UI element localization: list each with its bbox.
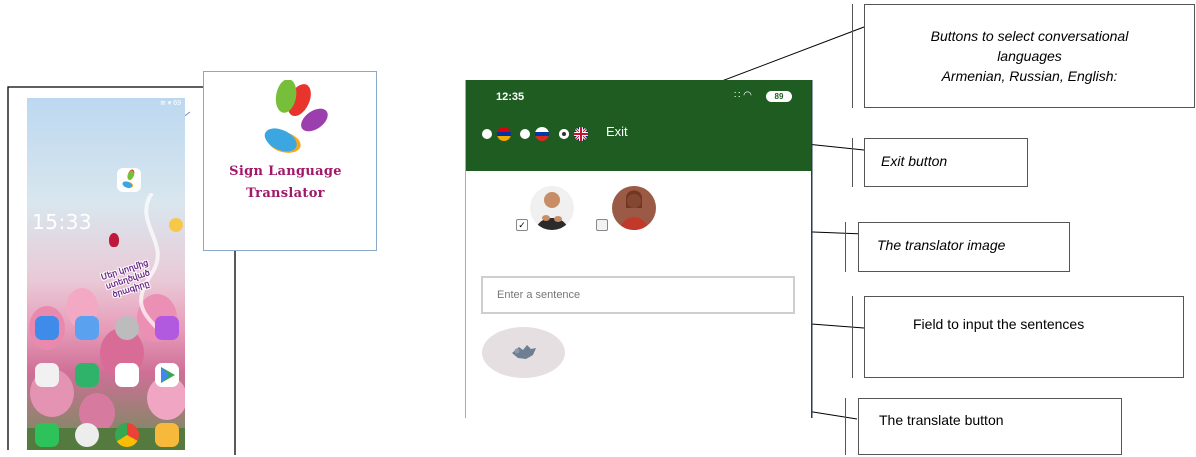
male-translator-avatar[interactable] <box>530 186 574 230</box>
callout-divider-1 <box>852 4 853 108</box>
phone-home-screen: ≅ ▾ 69 15:33 Մեր կողմից ստեղծված ծրագիրը <box>27 98 185 450</box>
callout-divider-4 <box>852 296 853 378</box>
radio-english[interactable] <box>559 129 569 139</box>
male-translator-checkbox[interactable]: ✓ <box>516 219 528 231</box>
sentence-input[interactable] <box>481 276 795 314</box>
pinwheel-logo-icon <box>264 80 328 153</box>
exit-button[interactable]: Exit <box>606 124 628 139</box>
armenian-flag-icon <box>497 127 511 141</box>
app-icon-4[interactable] <box>155 316 179 340</box>
russian-flag-icon <box>535 127 549 141</box>
sign-hands-icon <box>512 345 536 359</box>
grid-app-icon[interactable] <box>115 363 139 387</box>
home-status-bar: ≅ ▾ 69 <box>159 100 181 107</box>
callout-languages-line2: languages <box>997 48 1062 64</box>
sign-language-app-icon[interactable] <box>117 168 141 192</box>
uk-flag-icon <box>574 127 588 141</box>
callout-languages-line3: Armenian, Russian, English: <box>941 68 1118 84</box>
female-translator-avatar[interactable] <box>612 186 656 230</box>
language-buttons-callout: Buttons to select conversational languag… <box>864 4 1195 108</box>
play-store-icon[interactable] <box>155 363 179 387</box>
phone-app-icon[interactable] <box>35 423 59 447</box>
gallery-app-icon[interactable] <box>155 423 179 447</box>
exit-button-callout: Exit button <box>864 138 1028 187</box>
callout-divider-3 <box>845 222 846 272</box>
translate-button[interactable] <box>482 327 565 378</box>
app-icon-1[interactable] <box>35 316 59 340</box>
callout-divider-5 <box>845 398 846 455</box>
tulip-widget-icon <box>109 233 119 247</box>
camera-app-icon[interactable] <box>75 423 99 447</box>
home-clock: 15:33 <box>32 210 93 234</box>
pinwheel-icon <box>122 169 135 189</box>
signal-wifi-icons: ∷ ◠ <box>734 90 752 101</box>
radio-armenian[interactable] <box>482 129 492 139</box>
chrome-app-icon[interactable] <box>115 423 139 447</box>
callout-languages-line1: Buttons to select conversational <box>930 28 1129 44</box>
logo-title-line2: Translator <box>246 186 325 201</box>
female-translator-checkbox[interactable] <box>596 219 608 231</box>
logo-title-line1: Sign Language <box>229 164 342 179</box>
app-status-time: 12:35 <box>496 91 525 103</box>
translator-image-callout: The translator image <box>858 222 1070 272</box>
app-icon-3[interactable] <box>115 316 139 340</box>
radio-russian[interactable] <box>520 129 530 139</box>
app-icon-5[interactable] <box>35 363 59 387</box>
shield-app-icon[interactable] <box>75 363 99 387</box>
translate-button-callout: The translate button <box>858 398 1122 455</box>
battery-indicator: 89 <box>766 91 792 102</box>
input-field-callout: Field to input the sentences <box>864 296 1184 378</box>
app-icon-2[interactable] <box>75 316 99 340</box>
callout-divider-2 <box>852 138 853 187</box>
